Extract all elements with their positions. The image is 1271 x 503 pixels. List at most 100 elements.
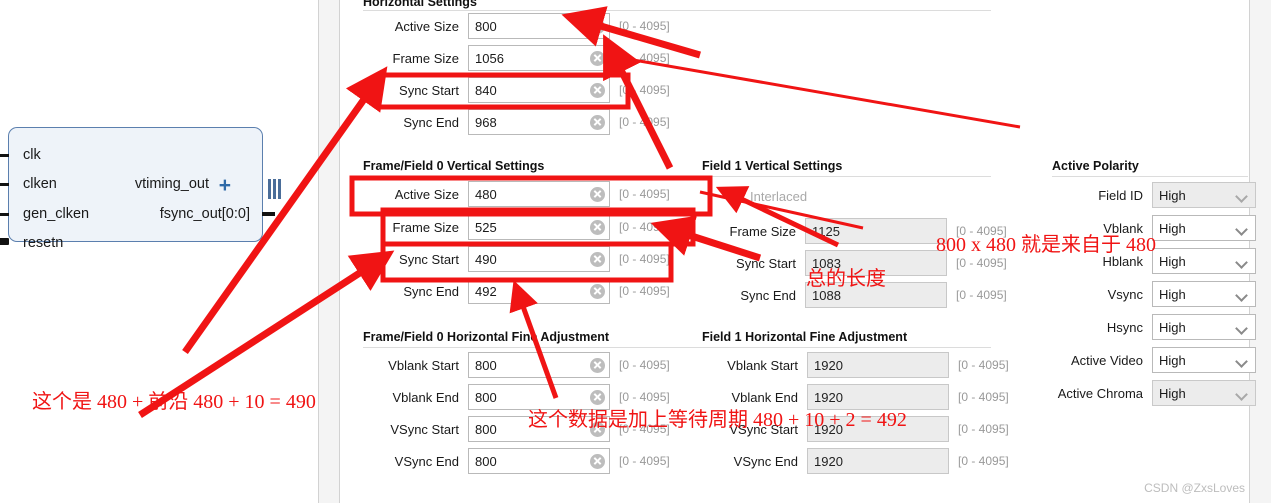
- field-row-pol-vsync: Vsync High: [1052, 281, 1256, 307]
- label-hf0-vsync-start: VSync Start: [390, 421, 459, 437]
- label-pol-vsync: Vsync: [1107, 286, 1143, 302]
- range-h-sync-end: [0 - 4095]: [619, 115, 670, 129]
- input-v0-sync-start-field[interactable]: [475, 248, 586, 270]
- ip-block-symbol[interactable]: clk clken gen_clken resetn vtiming_out f…: [0, 127, 281, 251]
- group-title-polarity: Active Polarity: [1052, 159, 1139, 173]
- chevron-down-icon[interactable]: [1235, 256, 1248, 269]
- range-hf1-vblank-start: [0 - 4095]: [958, 358, 1009, 372]
- range-v0-sync-end: [0 - 4095]: [619, 284, 670, 298]
- interlaced-checkbox-row[interactable]: Interlaced: [731, 189, 807, 204]
- input-v0-frame-size[interactable]: [468, 214, 610, 240]
- panel-scroll-gutter[interactable]: [318, 0, 340, 503]
- clear-icon[interactable]: [590, 219, 605, 235]
- label-v1-frame-size: Frame Size: [729, 223, 796, 239]
- annotation-note-492: 这个数据是加上等待周期 480 + 10 + 2 = 492: [528, 409, 907, 431]
- range-v1-sync-end: [0 - 4095]: [956, 288, 1007, 302]
- input-hf0-vblank-start[interactable]: [468, 352, 610, 378]
- input-v0-active-size-field[interactable]: [475, 183, 586, 205]
- input-hf1-vsync-end: [807, 448, 949, 474]
- label-v0-active-size: Active Size: [394, 186, 459, 202]
- input-h-sync-end-field[interactable]: [475, 111, 586, 133]
- group-title-horizontal: Horizontal Settings: [363, 0, 477, 9]
- label-v1-sync-end: Sync End: [740, 287, 796, 303]
- input-v0-sync-start[interactable]: [468, 246, 610, 272]
- label-pol-field-id: Field ID: [1098, 187, 1143, 203]
- input-v0-active-size[interactable]: [468, 181, 610, 207]
- annotation-note-490: 这个是 480 + 前沿 480 + 10 = 490: [32, 391, 316, 413]
- input-v0-sync-end-field[interactable]: [475, 280, 586, 302]
- group-title-vertical1: Field 1 Vertical Settings: [702, 159, 843, 173]
- clear-icon[interactable]: [590, 283, 605, 299]
- input-h-active-size-field[interactable]: [475, 15, 586, 37]
- dropdown-pol-vsync-value: High: [1159, 286, 1186, 302]
- input-h-sync-start[interactable]: [468, 77, 610, 103]
- input-v0-frame-size-field[interactable]: [475, 216, 586, 238]
- chevron-down-icon[interactable]: [1235, 223, 1248, 236]
- label-pol-hsync: Hsync: [1106, 319, 1143, 335]
- label-hf0-vblank-end: Vblank End: [392, 389, 460, 405]
- input-v1-frame-size: [805, 218, 947, 244]
- range-h-active-size: [0 - 4095]: [619, 19, 670, 33]
- dropdown-pol-field-id-value: High: [1159, 187, 1186, 203]
- dropdown-pol-field-id: High: [1152, 182, 1256, 208]
- clear-icon[interactable]: [590, 186, 605, 202]
- dropdown-pol-vsync[interactable]: High: [1152, 281, 1256, 307]
- field-row-v0-frame-size: Frame Size [0 - 4095]: [363, 214, 670, 240]
- clear-icon[interactable]: [590, 114, 605, 130]
- clear-icon[interactable]: [590, 82, 605, 98]
- input-v0-sync-end[interactable]: [468, 278, 610, 304]
- clear-icon[interactable]: [590, 18, 605, 34]
- label-pol-active-chroma: Active Chroma: [1057, 385, 1143, 401]
- pin-clk: [0, 154, 9, 157]
- dropdown-pol-active-chroma: High: [1152, 380, 1256, 406]
- field-row-hf1-vblank-start: Vblank Start [0 - 4095]: [702, 352, 1009, 378]
- dropdown-pol-active-video-value: High: [1159, 352, 1186, 368]
- range-hf1-vsync-end: [0 - 4095]: [958, 454, 1009, 468]
- group-rule-polarity: [1052, 176, 1248, 177]
- chevron-down-icon[interactable]: [1235, 355, 1248, 368]
- input-hf0-vblank-start-field[interactable]: [475, 354, 586, 376]
- field-row-v0-sync-end: Sync End [0 - 4095]: [363, 278, 670, 304]
- label-pol-active-video: Active Video: [1070, 352, 1143, 368]
- input-hf0-vsync-end-field[interactable]: [475, 450, 586, 472]
- label-v0-sync-start: Sync Start: [399, 251, 459, 267]
- clear-icon[interactable]: [590, 251, 605, 267]
- input-h-frame-size[interactable]: [468, 45, 610, 71]
- group-rule-horizontal: [363, 10, 991, 11]
- chevron-down-icon[interactable]: [1235, 289, 1248, 302]
- input-h-frame-size-field[interactable]: [475, 47, 586, 69]
- range-hf0-vblank-end: [0 - 4095]: [619, 390, 670, 404]
- clear-icon[interactable]: [590, 357, 605, 373]
- group-rule-hfine1: [702, 347, 990, 348]
- group-title-hfine1: Field 1 Horizontal Fine Adjustment: [702, 330, 908, 344]
- field-row-pol-hsync: Hsync High: [1052, 314, 1256, 340]
- range-hf0-vsync-end: [0 - 4095]: [619, 454, 670, 468]
- input-hf1-vblank-start: [807, 352, 949, 378]
- chevron-down-icon[interactable]: [1235, 322, 1248, 335]
- dropdown-pol-vblank[interactable]: High: [1152, 215, 1256, 241]
- field-row-v0-active-size: Active Size [0 - 4095]: [363, 181, 670, 207]
- clear-icon[interactable]: [590, 50, 605, 66]
- port-resetn: resetn: [23, 235, 64, 251]
- label-v0-frame-size: Frame Size: [392, 219, 459, 235]
- label-v1-sync-start: Sync Start: [736, 255, 796, 271]
- interlaced-checkbox[interactable]: [731, 190, 744, 203]
- label-hf0-vblank-start: Vblank Start: [388, 357, 459, 373]
- input-hf0-vsync-end[interactable]: [468, 448, 610, 474]
- input-h-sync-end[interactable]: [468, 109, 610, 135]
- label-hf1-vblank-start: Vblank Start: [727, 357, 798, 373]
- field-row-h-frame-size: Frame Size [0 - 4095]: [363, 45, 670, 71]
- annotation-note-800x480: 800 x 480 就是来自于 480: [936, 234, 1156, 256]
- dropdown-pol-hblank-value: High: [1159, 253, 1186, 269]
- dropdown-pol-hblank[interactable]: High: [1152, 248, 1256, 274]
- dropdown-pol-active-video[interactable]: High: [1152, 347, 1256, 373]
- pin-fsync-out: [262, 212, 275, 216]
- input-h-sync-start-field[interactable]: [475, 79, 586, 101]
- clear-icon[interactable]: [590, 453, 605, 469]
- expand-bus-icon[interactable]: +: [219, 175, 231, 196]
- input-h-active-size[interactable]: [468, 13, 610, 39]
- dropdown-pol-hsync[interactable]: High: [1152, 314, 1256, 340]
- input-v1-frame-size-field: [812, 220, 942, 242]
- range-v0-sync-start: [0 - 4095]: [619, 252, 670, 266]
- group-title-vertical0: Frame/Field 0 Vertical Settings: [363, 159, 545, 173]
